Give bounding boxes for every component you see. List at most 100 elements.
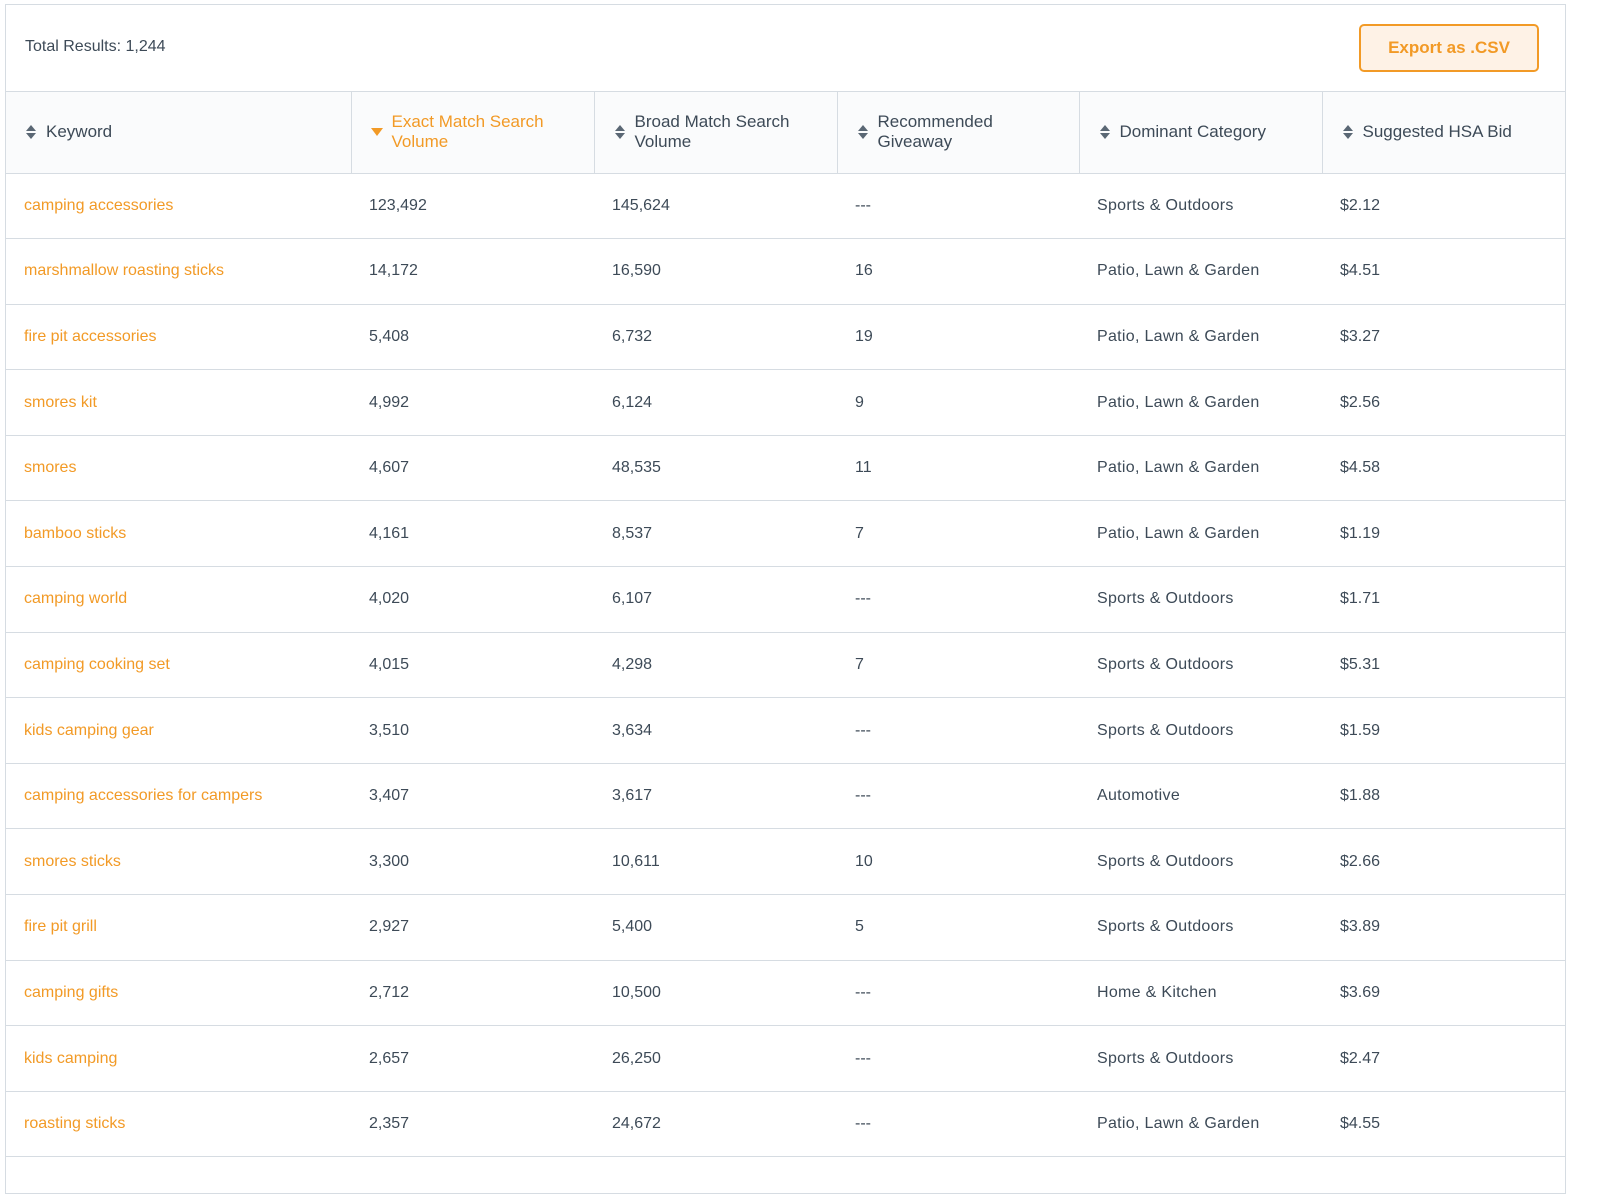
keyword-link[interactable]: bamboo sticks: [6, 500, 351, 568]
exact-match-volume-cell: 3,300: [351, 828, 594, 896]
column-header-dominant-category[interactable]: Dominant Category: [1079, 92, 1323, 174]
suggested-bid-cell: $5.31: [1322, 632, 1565, 699]
recommended-giveaway-cell: ---: [837, 960, 1079, 1027]
broad-match-volume-cell: 4,298: [594, 632, 837, 699]
suggested-bid-cell: $3.69: [1322, 960, 1565, 1027]
dominant-category-cell: Patio, Lawn & Garden: [1079, 369, 1322, 436]
column-header-recommended-giveaway[interactable]: Recommended Giveaway: [837, 92, 1080, 174]
table-row: fire pit grill 2,927 5,400 5 Sports & Outdoo…: [6, 894, 1565, 961]
exact-match-volume-cell: 4,992: [351, 369, 594, 436]
recommended-giveaway-cell: ---: [837, 697, 1079, 764]
sort-icon[interactable]: [26, 125, 36, 140]
table-row: camping gifts 2,712 10,500 --- Home & Kitche…: [6, 960, 1565, 1027]
table-row: kids camping 2,657 26,250 --- Sports & Outdo…: [6, 1025, 1565, 1092]
dominant-category-cell: Patio, Lawn & Garden: [1079, 238, 1322, 305]
table-row: bamboo sticks 4,161 8,537 7 Patio, Lawn & Ga…: [6, 500, 1565, 568]
column-header-label: Recommended Giveaway: [877, 112, 993, 152]
table-row: smores 4,607 48,535 11 Patio, Lawn & Garden $…: [6, 435, 1565, 502]
dominant-category-cell: Sports & Outdoors: [1079, 566, 1322, 633]
recommended-giveaway-cell: ---: [837, 1091, 1079, 1158]
dominant-category-cell: Sports & Outdoors: [1079, 697, 1322, 764]
dominant-category-cell: Patio, Lawn & Garden: [1079, 500, 1322, 568]
broad-match-volume-cell: 3,634: [594, 697, 837, 764]
keyword-link[interactable]: smores sticks: [6, 828, 351, 896]
recommended-giveaway-cell: 5: [837, 894, 1079, 961]
column-header-label: Dominant Category: [1119, 122, 1266, 142]
dominant-category-cell: Sports & Outdoors: [1079, 632, 1322, 699]
exact-match-volume-cell: 4,015: [351, 632, 594, 699]
table-row: smores sticks 3,300 10,611 10 Sports & Outdo…: [6, 828, 1565, 896]
table-row: camping accessories 123,492 145,624 --- Spor…: [6, 173, 1565, 240]
column-header-broad-match-search-volume[interactable]: Broad Match Search Volume: [594, 92, 838, 174]
keyword-link[interactable]: marshmallow roasting sticks: [6, 238, 351, 305]
broad-match-volume-cell: 6,107: [594, 566, 837, 633]
dominant-category-cell: Sports & Outdoors: [1079, 173, 1322, 240]
keyword-link[interactable]: smores: [6, 435, 351, 502]
sort-icon[interactable]: [1342, 125, 1353, 140]
recommended-giveaway-cell: ---: [837, 173, 1079, 240]
exact-match-volume-cell: 2,712: [351, 960, 594, 1027]
recommended-giveaway-cell: 16: [837, 238, 1079, 305]
keyword-link[interactable]: fire pit accessories: [6, 304, 351, 371]
sort-icon[interactable]: [614, 125, 625, 140]
recommended-giveaway-cell: 11: [837, 435, 1079, 502]
column-header-label: Broad Match Search Volume: [634, 112, 790, 152]
dominant-category-cell: Sports & Outdoors: [1079, 1025, 1322, 1092]
recommended-giveaway-cell: ---: [837, 1025, 1079, 1092]
dominant-category-cell: Sports & Outdoors: [1079, 894, 1322, 961]
recommended-giveaway-cell: 9: [837, 369, 1079, 436]
table-row: roasting sticks 2,357 24,672 --- Patio, Lawn…: [6, 1091, 1565, 1158]
keyword-link[interactable]: camping world: [6, 566, 351, 633]
recommended-giveaway-cell: 19: [837, 304, 1079, 371]
column-header-keyword[interactable]: Keyword: [6, 92, 352, 174]
suggested-bid-cell: $2.56: [1322, 369, 1565, 436]
suggested-bid-cell: $3.89: [1322, 894, 1565, 961]
column-header-suggested-hsa-bid[interactable]: Suggested HSA Bid: [1322, 92, 1565, 174]
keyword-link[interactable]: kids camping: [6, 1025, 351, 1092]
broad-match-volume-cell: 8,537: [594, 500, 837, 568]
recommended-giveaway-cell: ---: [837, 763, 1079, 830]
sort-desc-icon[interactable]: [370, 128, 383, 137]
dominant-category-cell: Patio, Lawn & Garden: [1079, 1091, 1322, 1158]
broad-match-volume-cell: 6,124: [594, 369, 837, 436]
keyword-link[interactable]: smores kit: [6, 369, 351, 436]
broad-match-volume-cell: 10,500: [594, 960, 837, 1027]
table-row: camping cooking set 4,015 4,298 7 Sports & O…: [6, 632, 1565, 699]
suggested-bid-cell: $3.27: [1322, 304, 1565, 371]
export-csv-button[interactable]: Export as .CSV: [1359, 24, 1539, 72]
broad-match-volume-cell: 3,617: [594, 763, 837, 830]
broad-match-volume-cell: 6,732: [594, 304, 837, 371]
keyword-link[interactable]: roasting sticks: [6, 1091, 351, 1158]
exact-match-volume-cell: 123,492: [351, 173, 594, 240]
table-row: kids camping gear 3,510 3,634 --- Sports & O…: [6, 697, 1565, 764]
column-header-label: Exact Match Search Volume: [391, 112, 544, 152]
dominant-category-cell: Home & Kitchen: [1079, 960, 1322, 1027]
results-toolbar: Total Results: 1,244 Export as .CSV: [6, 5, 1565, 92]
broad-match-volume-cell: 10,611: [594, 828, 837, 896]
sort-icon[interactable]: [857, 125, 868, 140]
broad-match-volume-cell: 16,590: [594, 238, 837, 305]
dominant-category-cell: Patio, Lawn & Garden: [1079, 304, 1322, 371]
column-header-exact-match-search-volume[interactable]: Exact Match Search Volume: [351, 92, 595, 174]
recommended-giveaway-cell: ---: [837, 566, 1079, 633]
exact-match-volume-cell: 4,607: [351, 435, 594, 502]
keyword-link[interactable]: fire pit grill: [6, 894, 351, 961]
sort-icon[interactable]: [1099, 125, 1110, 140]
keyword-link[interactable]: camping accessories for campers: [6, 763, 351, 830]
keyword-link[interactable]: camping cooking set: [6, 632, 351, 699]
keyword-link[interactable]: camping accessories: [6, 173, 351, 240]
exact-match-volume-cell: 4,020: [351, 566, 594, 633]
table-row: fire pit accessories 5,408 6,732 19 Patio, L…: [6, 304, 1565, 371]
table-row: camping accessories for campers 3,407 3,61…: [6, 763, 1565, 830]
broad-match-volume-cell: 5,400: [594, 894, 837, 961]
table-body: camping accessories 123,492 145,624 --- Spor…: [6, 173, 1565, 1158]
keyword-link[interactable]: kids camping gear: [6, 697, 351, 764]
suggested-bid-cell: $4.58: [1322, 435, 1565, 502]
broad-match-volume-cell: 26,250: [594, 1025, 837, 1092]
suggested-bid-cell: $4.51: [1322, 238, 1565, 305]
keyword-link[interactable]: camping gifts: [6, 960, 351, 1027]
suggested-bid-cell: $1.19: [1322, 500, 1565, 568]
suggested-bid-cell: $2.12: [1322, 173, 1565, 240]
dominant-category-cell: Automotive: [1079, 763, 1322, 830]
suggested-bid-cell: $1.88: [1322, 763, 1565, 830]
